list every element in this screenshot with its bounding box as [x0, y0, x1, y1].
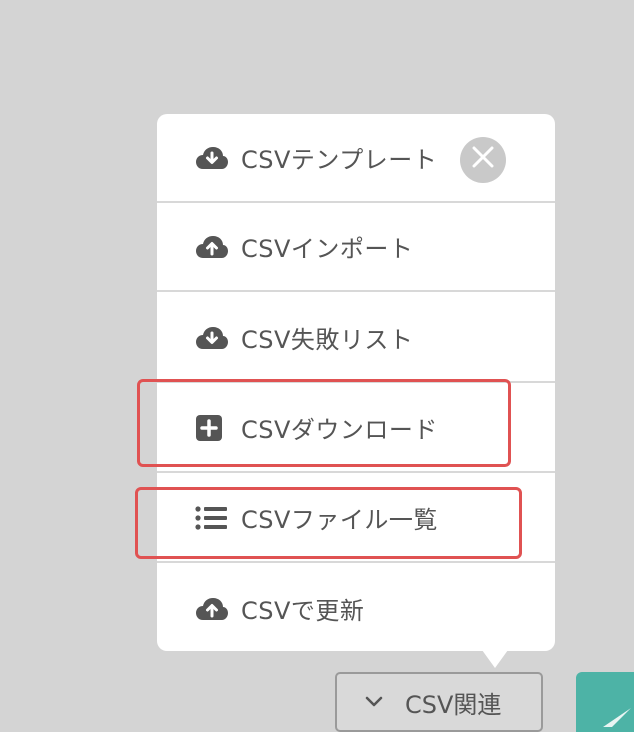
csv-related-button[interactable]: CSV関連 [335, 672, 543, 732]
list-icon [195, 503, 229, 533]
csv-related-button-label: CSV関連 [405, 690, 502, 719]
close-icon [472, 146, 494, 174]
menu-item-label: CSV失敗リスト [241, 326, 414, 354]
csv-menu-popup: CSVテンプレート CSVインポート CSV失敗リスト CSVダウンロード CS… [157, 114, 555, 651]
popup-arrow [482, 650, 508, 668]
plus-square-icon [195, 413, 229, 443]
cloud-download-icon [195, 143, 229, 173]
menu-item-csv-download[interactable]: CSVダウンロード [157, 384, 555, 473]
menu-item-label: CSVで更新 [241, 597, 365, 625]
menu-item-label: CSVテンプレート [241, 146, 438, 174]
cloud-upload-icon [195, 232, 229, 262]
menu-item-csv-template[interactable]: CSVテンプレート [157, 114, 555, 203]
close-button[interactable] [460, 137, 506, 183]
menu-item-label: CSVインポート [241, 235, 414, 263]
menu-item-label: CSVダウンロード [241, 416, 438, 444]
menu-item-label: CSVファイル一覧 [241, 506, 438, 534]
submit-button[interactable] [576, 672, 634, 732]
paper-plane-icon [602, 702, 632, 732]
cloud-download-icon [195, 323, 229, 353]
menu-item-csv-update[interactable]: CSVで更新 [157, 564, 555, 653]
chevron-down-icon [365, 696, 387, 708]
cloud-upload-icon [195, 594, 229, 624]
menu-item-csv-file-list[interactable]: CSVファイル一覧 [157, 474, 555, 563]
menu-item-csv-import[interactable]: CSVインポート [157, 203, 555, 292]
menu-item-csv-failure-list[interactable]: CSV失敗リスト [157, 294, 555, 383]
